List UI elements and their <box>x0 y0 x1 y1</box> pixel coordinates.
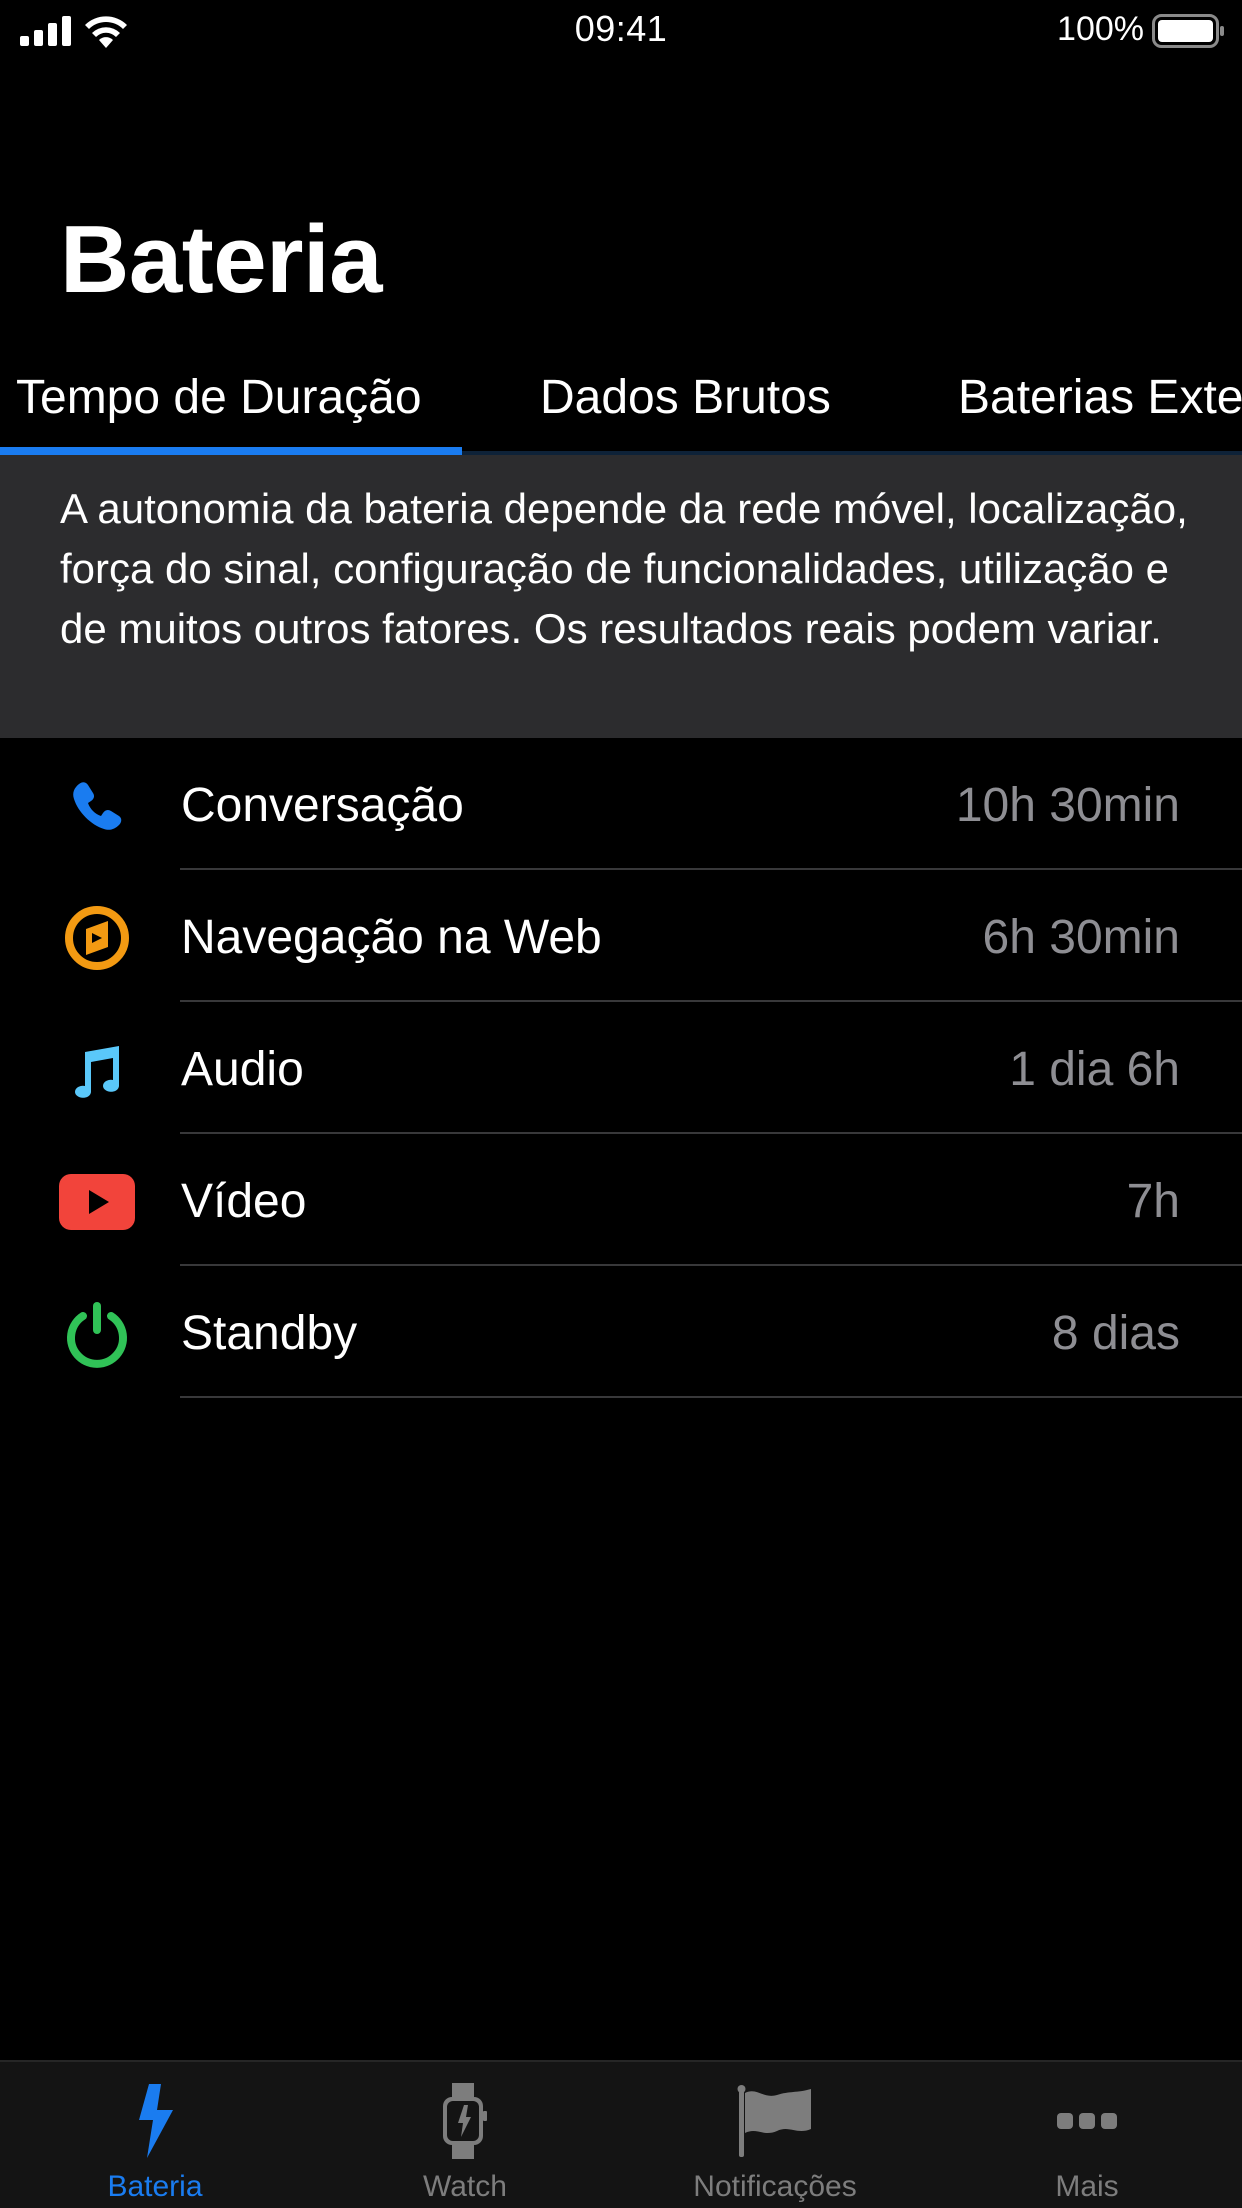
compass-icon <box>58 906 136 970</box>
tab-bar-label: Watch <box>423 2170 507 2203</box>
tab-bar-item-notificacoes[interactable]: Notificações <box>620 2062 930 2208</box>
item-value: 7h <box>1126 1175 1180 1228</box>
tab-bar: Bateria Watch Notificações Mais <box>0 2060 1242 2208</box>
battery-screen: 09:41 100% Bateria Tempo de Duração Dado… <box>0 0 1242 2208</box>
item-label: Standby <box>181 1307 358 1360</box>
page-title: Bateria <box>60 206 383 313</box>
item-label: Conversação <box>181 779 464 832</box>
item-value: 10h 30min <box>955 779 1180 832</box>
item-value: 1 dia 6h <box>1009 1043 1180 1096</box>
status-bar: 09:41 100% <box>0 0 1242 62</box>
tab-bar-label: Mais <box>1055 2170 1119 2203</box>
info-banner: A autonomia da bateria depende da rede m… <box>0 455 1242 738</box>
more-dots-icon <box>932 2082 1242 2160</box>
item-label: Audio <box>181 1043 304 1096</box>
battery-percent: 100% <box>1057 10 1144 48</box>
clock: 09:41 <box>574 8 668 49</box>
item-label: Vídeo <box>181 1175 307 1228</box>
phone-icon <box>58 774 136 838</box>
battery-icon <box>1152 14 1224 48</box>
tab-dados-brutos[interactable]: Dados Brutos <box>540 370 831 425</box>
tab-bar-item-mais[interactable]: Mais <box>932 2062 1242 2208</box>
tab-bar-label: Bateria <box>107 2170 203 2203</box>
tab-baterias-externas[interactable]: Baterias Exte <box>958 370 1242 425</box>
video-play-icon <box>58 1170 136 1234</box>
tab-bar-item-watch[interactable]: Watch <box>310 2062 620 2208</box>
segment-tabs: Tempo de Duração Dados Brutos Baterias E… <box>0 362 1242 454</box>
item-value: 6h 30min <box>982 911 1180 964</box>
list-item: Vídeo 7h <box>0 1134 1242 1266</box>
list-item: Standby 8 dias <box>0 1266 1242 1398</box>
watch-icon <box>310 2082 620 2160</box>
power-icon <box>58 1302 136 1368</box>
list-item: Audio 1 dia 6h <box>0 1002 1242 1134</box>
tab-tempo-de-duracao[interactable]: Tempo de Duração <box>16 370 422 425</box>
item-value: 8 dias <box>1051 1307 1180 1360</box>
tab-bar-label: Notificações <box>693 2170 857 2203</box>
lightning-bolt-icon <box>0 2082 310 2160</box>
active-tab-indicator <box>0 447 462 455</box>
music-note-icon <box>58 1038 136 1102</box>
divider <box>180 1396 1242 1398</box>
item-label: Navegação na Web <box>181 911 602 964</box>
info-text: A autonomia da bateria depende da rede m… <box>60 485 1188 652</box>
tab-bar-item-bateria[interactable]: Bateria <box>0 2062 310 2208</box>
list-item: Conversação 10h 30min <box>0 738 1242 870</box>
list-item: Navegação na Web 6h 30min <box>0 870 1242 1002</box>
flag-icon <box>620 2082 930 2160</box>
usage-list: Conversação 10h 30min Navegação na Web 6… <box>0 738 1242 1398</box>
